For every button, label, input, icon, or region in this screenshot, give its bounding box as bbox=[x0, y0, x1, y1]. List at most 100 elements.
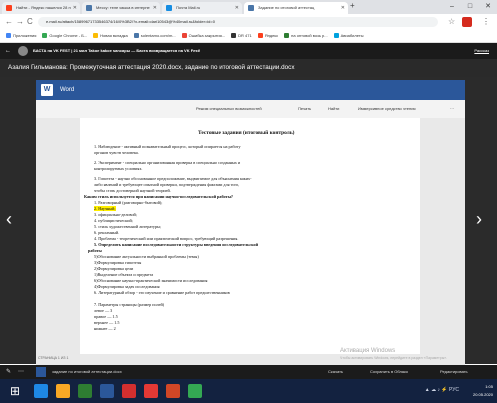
bookmark-favicon-icon bbox=[181, 33, 187, 39]
vk-bar-title[interactable]: БАСТА на VK FEST | 21 мил Takoe kakoe sa… bbox=[33, 43, 200, 59]
print-button[interactable]: Печать bbox=[298, 100, 311, 118]
line-text: левое — 3 bbox=[94, 308, 113, 313]
yandex-taskbar-icon[interactable] bbox=[144, 384, 158, 398]
word-app-name: Word bbox=[60, 87, 75, 93]
browser-tab[interactable]: Почта Mail.ru ✕ bbox=[162, 2, 242, 14]
new-tab-button[interactable]: + bbox=[350, 1, 355, 10]
more-icon[interactable]: ⋯ bbox=[18, 365, 24, 379]
file-thumbnail bbox=[36, 367, 46, 377]
bookmark-label: solentamo.com/m... bbox=[140, 33, 176, 38]
line-text: 5. стиль художественной литературы; bbox=[94, 224, 162, 229]
bookmark-favicon-icon bbox=[42, 33, 48, 39]
document-line: 5. Определить написание последовательнос… bbox=[94, 242, 258, 247]
previous-document-button[interactable]: ‹ bbox=[6, 210, 12, 228]
back-arrow-icon[interactable]: ← bbox=[5, 43, 11, 59]
close-tab-icon[interactable]: ✕ bbox=[341, 2, 345, 14]
tab-favicon-icon bbox=[6, 5, 12, 11]
next-document-button[interactable]: › bbox=[476, 210, 482, 228]
line-text: 2. Эксперимент - специально организованн… bbox=[94, 160, 241, 165]
document-line: работы bbox=[88, 248, 102, 253]
document-line: верхнее — 1.5 bbox=[94, 320, 119, 325]
more-options-button[interactable]: ··· bbox=[450, 100, 454, 118]
line-text: чтобы стать достоверной научной теорией. bbox=[94, 188, 171, 193]
tab-label: Почта Mail.ru bbox=[176, 5, 201, 10]
extension-icon[interactable] bbox=[462, 17, 472, 27]
edit-button[interactable]: Редактировать bbox=[440, 365, 468, 379]
line-text: 1. Наблюдение - активный познавательный … bbox=[94, 144, 241, 149]
url-input[interactable]: e.mail.ru/attach/15899671733546374/16/0%… bbox=[38, 17, 438, 27]
reload-icon[interactable]: C bbox=[27, 17, 33, 26]
back-arrow-icon[interactable]: ← bbox=[5, 17, 13, 26]
bookmark-item[interactable]: Приложения bbox=[6, 30, 36, 42]
tab-label: Мессу: теле языка в интерне bbox=[96, 5, 150, 10]
bookmark-item[interactable]: Новая вкладка bbox=[93, 30, 128, 42]
tab-label: Найти - Яндекс нашелся 28 н bbox=[16, 5, 71, 10]
ie-taskbar-icon[interactable] bbox=[34, 384, 48, 398]
address-bar-row: ← → C e.mail.ru/attach/15899671733546374… bbox=[0, 14, 497, 30]
footer-file-name: задание по итоговой аттестации.docx bbox=[52, 369, 122, 374]
browser-tab[interactable]: Найти - Яндекс нашелся 28 н ✕ bbox=[2, 2, 80, 14]
document-line: 2. Научный; bbox=[94, 206, 116, 211]
line-text: 6)Обоснование научно-практической значим… bbox=[94, 278, 208, 283]
bookmark-item[interactable]: на оптовой возь р... bbox=[284, 30, 328, 42]
system-tray-icons[interactable]: ▲ ☁ ♪ ⚡ РУС bbox=[425, 387, 459, 393]
download-button[interactable]: Скачать bbox=[328, 365, 343, 379]
close-window-button[interactable]: ✕ bbox=[479, 0, 497, 14]
save-to-cloud-button[interactable]: Сохранить в Облако bbox=[370, 365, 408, 379]
close-tab-icon[interactable]: ✕ bbox=[73, 2, 77, 14]
document-line: 1. Разговорный (разговорно-бытовой); bbox=[94, 200, 162, 205]
windows-start-icon[interactable]: ⊞ bbox=[8, 384, 22, 398]
language-indicator[interactable]: РУС bbox=[449, 387, 459, 393]
line-text: 2)Формулировка цели bbox=[94, 266, 134, 271]
bookmark-item[interactable]: Авиабилеты bbox=[333, 30, 364, 42]
bookmark-item[interactable]: Google Chrome - Б... bbox=[42, 30, 87, 42]
bookmark-item[interactable]: Ошибка закрытия... bbox=[181, 30, 225, 42]
bookmark-item[interactable]: solentamo.com/m... bbox=[133, 30, 176, 42]
bookmarks-bar: Приложения Google Chrome - Б... Новая вкла… bbox=[0, 30, 497, 43]
accessibility-mode-button[interactable]: Режим специальных возможностей bbox=[196, 100, 262, 118]
tab-favicon-icon bbox=[166, 5, 172, 11]
browser-tab[interactable]: Мессу: теле языка в интерне ✕ bbox=[82, 2, 160, 14]
opera-taskbar-icon[interactable] bbox=[122, 384, 136, 398]
close-tab-icon[interactable]: ✕ bbox=[153, 2, 157, 14]
tab-favicon-icon bbox=[86, 5, 92, 11]
line-text: либо явлений и требующее опытной проверк… bbox=[94, 182, 240, 187]
explorer-taskbar-icon[interactable] bbox=[56, 384, 70, 398]
page-count-status: СТРАНИЦА 1 ИЗ 1 bbox=[38, 356, 69, 360]
bookmark-item[interactable]: Яндекс bbox=[257, 30, 278, 42]
maximize-button[interactable]: □ bbox=[461, 0, 479, 14]
tab-favicon-icon bbox=[248, 5, 254, 11]
system-clock[interactable]: 1:05 20.05.2020 bbox=[473, 383, 493, 399]
line-text: 3. Гипотеза - научно обоснованное предпо… bbox=[94, 176, 252, 181]
ppt-taskbar-icon[interactable] bbox=[166, 384, 180, 398]
share-icon[interactable]: ✎ bbox=[6, 365, 11, 379]
document-page: Тестовые задания (итоговый контроль) 1. … bbox=[80, 118, 420, 354]
line-text: правое — 1.5 bbox=[94, 314, 118, 319]
chrome-taskbar-icon[interactable] bbox=[188, 384, 202, 398]
word-taskbar-icon[interactable] bbox=[100, 384, 114, 398]
document-line: нижнее — 2 bbox=[94, 326, 116, 331]
bookmark-star-icon[interactable]: ☆ bbox=[448, 17, 455, 26]
document-line: 4)Формулировка задач исследования bbox=[94, 284, 160, 289]
forward-arrow-icon[interactable]: → bbox=[16, 17, 24, 26]
line-text: 3. официально-деловой; bbox=[94, 212, 137, 217]
document-line: правое — 1.5 bbox=[94, 314, 118, 319]
document-line: 6)Обоснование научно-практической значим… bbox=[94, 278, 207, 283]
vk-more-link[interactable]: Рассказ bbox=[474, 43, 489, 59]
line-text: 1)Выделение объекта и предмета bbox=[94, 272, 154, 277]
close-tab-icon[interactable]: ✕ bbox=[235, 2, 239, 14]
clock-date: 20.05.2020 bbox=[472, 392, 493, 397]
bookmark-label: Google Chrome - Б... bbox=[49, 33, 88, 38]
window-controls: – □ ✕ bbox=[443, 0, 497, 14]
avatar[interactable] bbox=[18, 46, 28, 56]
browser-tab-active[interactable]: Задание по итоговой аттестац ✕ bbox=[244, 2, 348, 14]
document-line: 6. рекламный. bbox=[94, 230, 119, 235]
browser-menu-icon[interactable]: ⋮ bbox=[482, 17, 490, 26]
store-taskbar-icon[interactable] bbox=[78, 384, 92, 398]
highlighted-answer: 2. Научный; bbox=[94, 206, 116, 211]
minimize-button[interactable]: – bbox=[443, 0, 461, 14]
find-button[interactable]: Найти bbox=[328, 100, 339, 118]
immersive-reader-button[interactable]: Иммерсивное средство чтения bbox=[358, 100, 416, 118]
line-text: 1. Разговорный (разговорно-бытовой); bbox=[94, 200, 163, 205]
bookmark-item[interactable]: DR 471 bbox=[231, 30, 252, 42]
